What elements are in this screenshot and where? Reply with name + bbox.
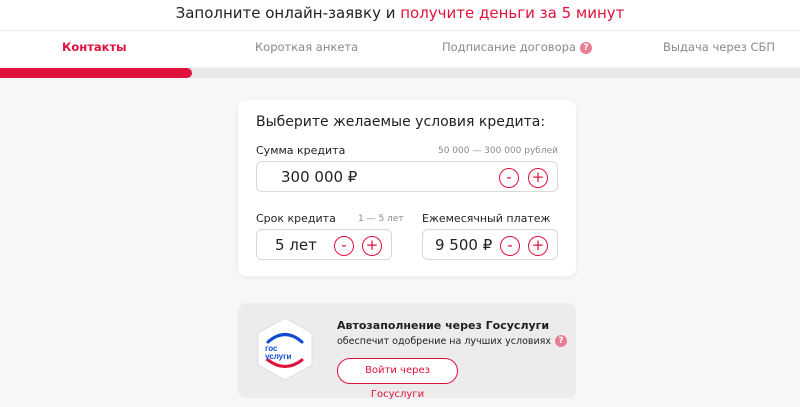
help-icon[interactable]: ? — [579, 42, 592, 54]
banner-accent-text: получите деньги за 5 минут — [400, 4, 625, 22]
top-banner: Заполните онлайн-заявку и получите деньг… — [0, 0, 800, 30]
step-navigation: Контакты Короткая анкета Подписание дого… — [0, 30, 800, 66]
amount-label: Сумма кредита — [256, 144, 346, 157]
card-title: Выберите желаемые условия кредита: — [256, 114, 546, 130]
term-minus-button[interactable]: - — [334, 236, 354, 256]
gosuslugi-panel: гос услуги Автозаполнение через Госуслуг… — [238, 303, 576, 400]
step-contract-label: Подписание договора — [442, 40, 576, 54]
banner-text: Заполните онлайн-заявку и — [175, 4, 401, 22]
step-contacts[interactable]: Контакты — [62, 40, 127, 54]
amount-field[interactable]: 300 000 ₽ - + — [256, 161, 558, 192]
payment-plus-button[interactable]: + — [528, 236, 548, 256]
amount-plus-button[interactable]: + — [528, 168, 548, 188]
step-sbp-payout[interactable]: Выдача через СБП — [663, 40, 775, 54]
gosuslugi-logo: гос услуги — [257, 317, 313, 381]
credit-conditions-card: Выберите желаемые условия кредита: Сумма… — [238, 100, 576, 276]
term-plus-button[interactable]: + — [362, 236, 382, 256]
amount-range: 50 000 — 300 000 рублей — [437, 146, 558, 156]
progress-fill — [0, 68, 192, 78]
term-range: 1 — 5 лет — [358, 214, 404, 224]
payment-label: Ежемесячный платеж — [422, 212, 551, 225]
gosuslugi-title: Автозаполнение через Госуслуги — [337, 319, 550, 332]
logo-text-uslugi: услуги — [265, 352, 291, 361]
amount-value: 300 000 ₽ — [281, 168, 358, 186]
payment-field[interactable]: 9 500 ₽ - + — [422, 229, 558, 260]
payment-value: 9 500 ₽ — [435, 236, 493, 254]
progress-bar — [0, 68, 800, 78]
term-value: 5 лет — [275, 236, 317, 254]
amount-minus-button[interactable]: - — [499, 168, 519, 188]
gosuslugi-subtitle: обеспечит одобрение на лучших условиях — [337, 336, 552, 347]
term-label: Срок кредита — [256, 212, 336, 225]
help-icon[interactable]: ? — [555, 335, 568, 347]
step-contract-signing[interactable]: Подписание договора? — [442, 40, 592, 54]
step-short-form[interactable]: Короткая анкета — [255, 40, 358, 54]
gosuslugi-login-button[interactable]: Войти через Госуслуги — [337, 358, 458, 400]
term-field[interactable]: 5 лет - + — [256, 229, 392, 260]
payment-minus-button[interactable]: - — [500, 236, 520, 256]
gosuslugi-subtitle-row: обеспечит одобрение на лучших условиях? — [337, 335, 568, 347]
